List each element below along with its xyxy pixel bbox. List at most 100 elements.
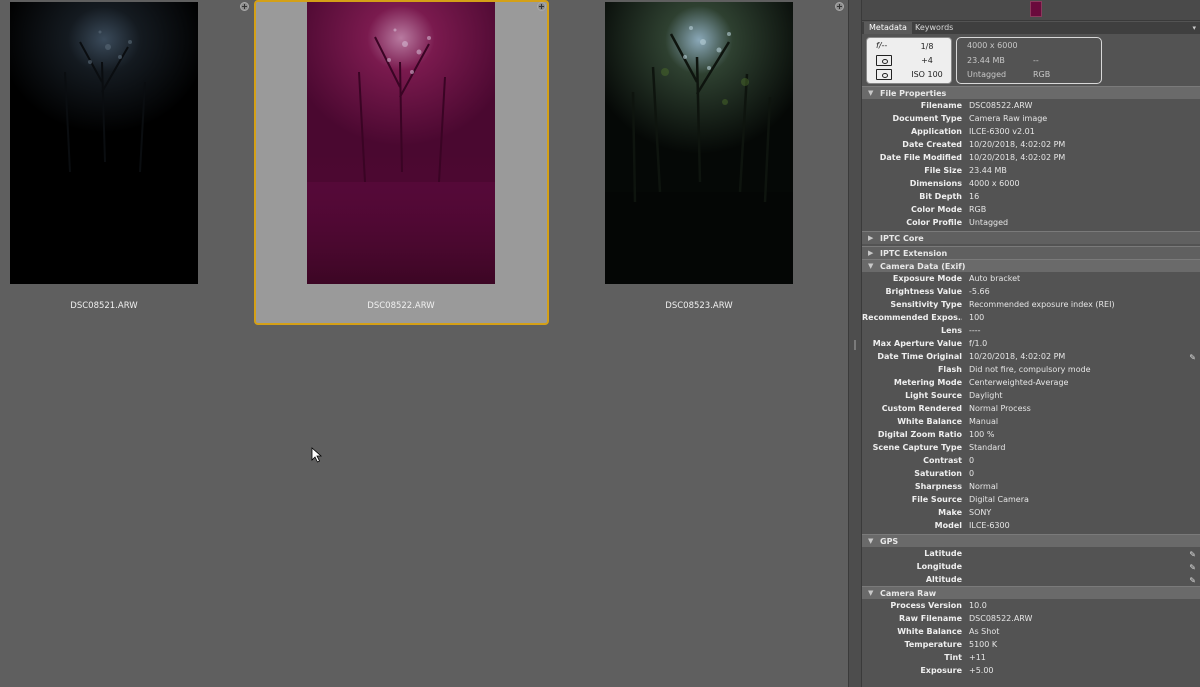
thumbnail-filename-2: DSC08522.ARW <box>367 301 435 311</box>
metadata-field-value[interactable]: ILCE-6300 v2.01 <box>969 125 1035 138</box>
metadata-field-value[interactable]: Standard <box>969 441 1005 454</box>
metadata-field-label: Light Source <box>905 391 962 400</box>
preview-thumbnail[interactable] <box>1030 1 1042 17</box>
metadata-field-value[interactable]: +11 <box>969 651 986 664</box>
metadata-field-value[interactable]: Normal Process <box>969 402 1031 415</box>
cell-options-icon[interactable] <box>240 2 249 11</box>
metadata-field-value[interactable]: As Shot <box>969 625 999 638</box>
tab-metadata[interactable]: Metadata <box>864 22 912 34</box>
placard-mode: RGB <box>1033 70 1051 79</box>
section-title: GPS <box>880 537 899 546</box>
splitter-grip-icon[interactable] <box>854 340 856 350</box>
shutter-value: 1/8 <box>920 42 934 51</box>
metadata-field-label: Longitude <box>916 562 962 571</box>
metadata-field-label: Bit Depth <box>919 192 962 201</box>
metadata-field-value[interactable]: ---- <box>969 324 981 337</box>
section-iptc-extension[interactable]: ▶ IPTC Extension <box>862 246 1200 259</box>
panel-menu-icon[interactable]: ▾ <box>1192 24 1196 32</box>
metadata-field-label: Application <box>910 127 962 136</box>
metadata-field-label: Custom Rendered <box>881 404 962 413</box>
metadata-row: Exposure +5.00 <box>862 664 1200 677</box>
metadata-field-value[interactable]: 16 <box>969 190 979 203</box>
metadata-field-value[interactable]: 0 <box>969 467 974 480</box>
section-camera-raw[interactable]: ▼ Camera Raw <box>862 586 1200 599</box>
metadata-field-label: Color Mode <box>911 205 962 214</box>
metadata-field-value[interactable]: Auto bracket <box>969 272 1020 285</box>
metadata-row: Bit Depth 16 <box>862 190 1200 203</box>
panel-splitter[interactable] <box>848 0 862 687</box>
metadata-field-value[interactable]: -5.66 <box>969 285 990 298</box>
metadata-field-label: White Balance <box>897 417 962 426</box>
cell-options-icon[interactable] <box>835 2 844 11</box>
metadata-field-label: Temperature <box>904 640 962 649</box>
metadata-field-value[interactable]: 10.0 <box>969 599 987 612</box>
metadata-field-value[interactable]: +5.00 <box>969 664 994 677</box>
metadata-field-value[interactable]: 10/20/2018, 4:02:02 PM <box>969 350 1065 363</box>
metadata-row: Process Version 10.0 <box>862 599 1200 612</box>
metadata-row: Date File Modified 10/20/2018, 4:02:02 PM <box>862 151 1200 164</box>
metadata-field-value[interactable]: SONY <box>969 506 991 519</box>
section-file-properties[interactable]: ▼ File Properties <box>862 86 1200 99</box>
tab-keywords[interactable]: Keywords <box>910 22 958 34</box>
metadata-field-value[interactable]: Did not fire, compulsory mode <box>969 363 1091 376</box>
thumbnail-filename-1: DSC08521.ARW <box>70 301 138 311</box>
metadata-field-value[interactable]: 0 <box>969 454 974 467</box>
thumbnail-cell-2[interactable]: DSC08522.ARW <box>254 0 551 325</box>
metadata-field-value[interactable]: 10/20/2018, 4:02:02 PM <box>969 138 1065 151</box>
thumbnail-cell-3[interactable]: DSC08523.ARW <box>551 0 848 325</box>
metadata-field-value[interactable]: 4000 x 6000 <box>969 177 1020 190</box>
metadata-row: White Balance As Shot <box>862 625 1200 638</box>
metadata-field-value[interactable]: Daylight <box>969 389 1003 402</box>
metadata-field-value[interactable]: ILCE-6300 <box>969 519 1010 532</box>
metadata-row: Recommended Expos... 100 <box>862 311 1200 324</box>
metadata-field-value[interactable]: 23.44 MB <box>969 164 1007 177</box>
metadata-field-label: Exposure <box>920 666 962 675</box>
metadata-row: Application ILCE-6300 v2.01 <box>862 125 1200 138</box>
metadata-field-value[interactable]: Normal <box>969 480 998 493</box>
section-title: IPTC Core <box>880 234 924 243</box>
metadata-field-value[interactable]: 5100 K <box>969 638 997 651</box>
aperture-row: f/-- 1/8 <box>867 40 951 54</box>
metadata-field-value[interactable]: Manual <box>969 415 998 428</box>
metadata-field-value[interactable]: RGB <box>969 203 986 216</box>
metadata-field-value[interactable]: 100 <box>969 311 984 324</box>
metadata-field-label: Scene Capture Type <box>872 443 962 452</box>
content-grid[interactable]: DSC08521.ARW DSC08522.ARW DSC08523.ARW <box>0 0 848 687</box>
forest-image-dark <box>10 2 198 284</box>
section-title: IPTC Extension <box>880 249 948 258</box>
metadata-field-value[interactable]: 100 % <box>969 428 994 441</box>
metadata-field-value[interactable]: Centerweighted-Average <box>969 376 1068 389</box>
cell-options-icon[interactable] <box>537 2 546 11</box>
metadata-row: Flash Did not fire, compulsory mode <box>862 363 1200 376</box>
metadata-field-label: Max Aperture Value <box>872 339 962 348</box>
thumbnail-image-2[interactable] <box>307 2 495 284</box>
section-camera-data[interactable]: ▼ Camera Data (Exif) <box>862 259 1200 272</box>
metadata-field-label: Sharpness <box>914 482 962 491</box>
metadata-field-label: Dimensions <box>909 179 962 188</box>
collapsed-triangle-icon: ▶ <box>868 234 874 242</box>
metadata-field-value[interactable]: DSC08522.ARW <box>969 612 1032 625</box>
metadata-row: Date Time Original 10/20/2018, 4:02:02 PM… <box>862 350 1200 363</box>
metadata-field-value[interactable]: f/1.0 <box>969 337 987 350</box>
iso-row: ISO 100 <box>867 68 951 82</box>
metadata-row: Raw Filename DSC08522.ARW <box>862 612 1200 625</box>
thumbnail-image-3[interactable] <box>605 2 793 284</box>
metadata-field-label: Filename <box>920 101 962 110</box>
forest-image-bright <box>605 2 793 284</box>
metadata-field-value[interactable]: DSC08522.ARW <box>969 99 1032 112</box>
metadata-field-value[interactable]: Untagged <box>969 216 1008 229</box>
thumbnail-cell-1[interactable]: DSC08521.ARW <box>0 0 297 325</box>
metadata-row: Scene Capture Type Standard <box>862 441 1200 454</box>
aperture-icon: f/-- <box>876 41 888 50</box>
metadata-row: File Size 23.44 MB <box>862 164 1200 177</box>
metadata-field-value[interactable]: Recommended exposure index (REI) <box>969 298 1115 311</box>
thumbnail-image-1[interactable] <box>10 2 198 284</box>
metadata-field-value[interactable]: Camera Raw image <box>969 112 1047 125</box>
gps-rows: Latitude ✎ Longitude ✎ Altitude ✎ <box>862 547 1200 586</box>
metadata-field-value[interactable]: Digital Camera <box>969 493 1029 506</box>
metadata-field-value[interactable]: 10/20/2018, 4:02:02 PM <box>969 151 1065 164</box>
section-iptc-core[interactable]: ▶ IPTC Core <box>862 231 1200 244</box>
metadata-field-label: Color Profile <box>906 218 962 227</box>
metadata-row: Tint +11 <box>862 651 1200 664</box>
section-gps[interactable]: ▼ GPS <box>862 534 1200 547</box>
